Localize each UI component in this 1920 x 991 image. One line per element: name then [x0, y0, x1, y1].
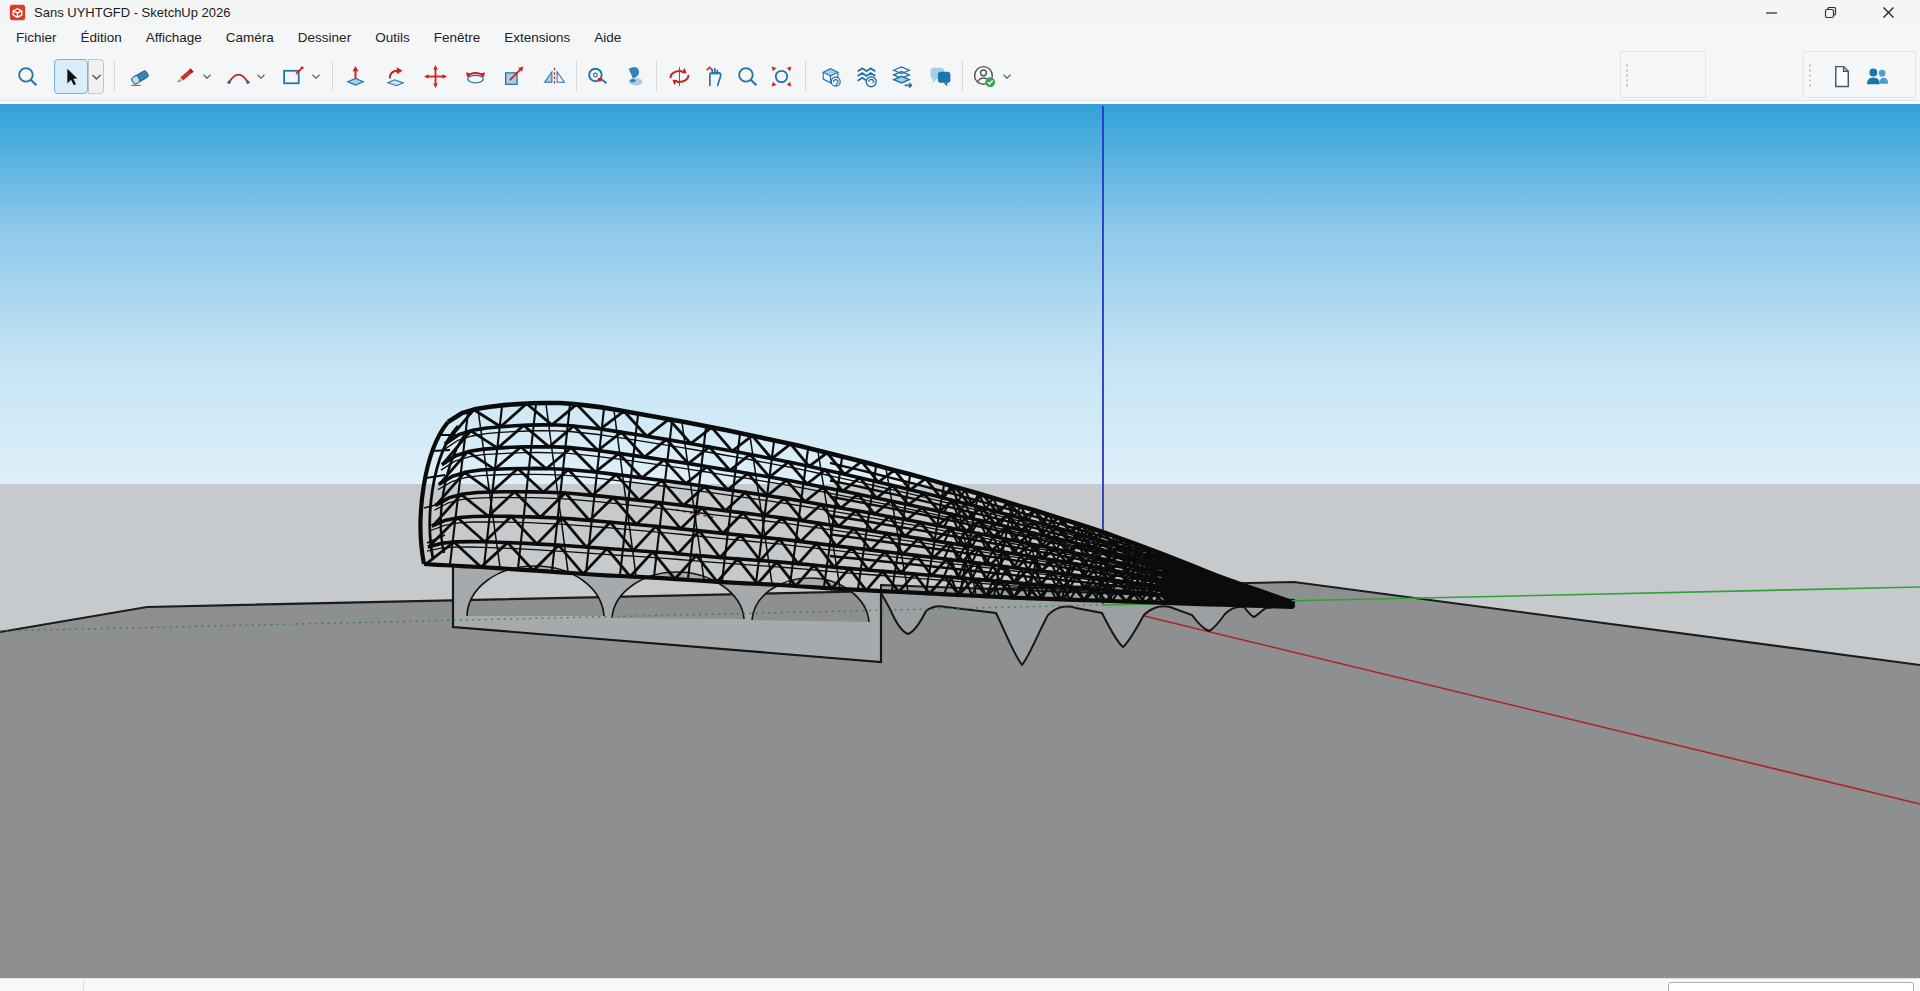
toolbar-grip[interactable]: [1625, 63, 1630, 87]
chevron-down-icon: [312, 74, 320, 79]
select-dropdown[interactable]: [88, 59, 104, 94]
chevron-down-icon: [92, 74, 101, 80]
scale-button[interactable]: [500, 62, 528, 90]
people-icon: [1865, 64, 1890, 89]
ground-plane: [0, 582, 1920, 981]
minimize-button[interactable]: [1748, 0, 1794, 25]
status-bar: [0, 978, 1920, 991]
paint-icon: [622, 64, 647, 89]
pushpull-icon: [343, 64, 368, 89]
flip-icon: [542, 64, 567, 89]
warehouse-icon: [818, 64, 843, 89]
restore-button[interactable]: [1807, 0, 1853, 25]
chevron-down-icon: [1003, 74, 1011, 79]
viewport-3d[interactable]: [0, 101, 1920, 978]
feedback-button[interactable]: [926, 62, 954, 90]
chevron-down-icon: [257, 74, 265, 79]
orbit-icon: [667, 64, 692, 89]
sky: [0, 104, 1920, 484]
followme-icon: [383, 64, 408, 89]
toolbar-grip[interactable]: [1808, 63, 1813, 87]
toolbar: [0, 49, 1920, 101]
paint-bucket-button[interactable]: [620, 62, 648, 90]
toolbar-separator: [656, 61, 657, 91]
arc-icon: [226, 64, 251, 89]
collaborators-button[interactable]: [1863, 62, 1891, 90]
rotate-button[interactable]: [461, 62, 489, 90]
statusbar-divider: [83, 980, 84, 991]
page-icon: [1829, 64, 1854, 89]
menu-extensions[interactable]: Extensions: [504, 30, 570, 45]
arc-2pt-button[interactable]: [224, 62, 252, 90]
menu-fichier[interactable]: Fichier: [16, 30, 57, 45]
avatar-icon: [972, 64, 997, 89]
toolbar-separator: [805, 61, 806, 91]
menu-camra[interactable]: Caméra: [226, 30, 274, 45]
extwh-icon: [854, 64, 879, 89]
line-button[interactable]: [170, 62, 198, 90]
pan-icon: [701, 64, 726, 89]
rectangle-dropdown[interactable]: [311, 71, 321, 81]
3d-warehouse-button[interactable]: [816, 62, 844, 90]
window-title: Sans UYHTGFD - SketchUp 2026: [34, 5, 231, 20]
send-to-layout-button[interactable]: [887, 62, 915, 90]
eraser-icon: [127, 64, 152, 89]
move-icon: [423, 64, 448, 89]
menu-bar: Fichier Édition Affichage Caméra Dessiner Out…: [0, 25, 1920, 49]
account-dropdown[interactable]: [1002, 71, 1012, 81]
menu-fentre[interactable]: Fenêtre: [434, 30, 481, 45]
toolbar-separator: [576, 61, 577, 91]
menu-outils[interactable]: Outils: [375, 30, 410, 45]
pan-button[interactable]: [699, 62, 727, 90]
scale-icon: [502, 64, 527, 89]
menu-dessiner[interactable]: Dessiner: [298, 30, 351, 45]
menu-affichage[interactable]: Affichage: [146, 30, 202, 45]
extension-warehouse-button[interactable]: [852, 62, 880, 90]
pencil-icon: [172, 64, 197, 89]
sketchup-logo: [9, 4, 26, 21]
arc-2pt-dropdown[interactable]: [256, 71, 266, 81]
flip-button[interactable]: [540, 62, 568, 90]
select-button[interactable]: [54, 59, 88, 94]
rotate-icon: [463, 64, 488, 89]
line-dropdown[interactable]: [202, 71, 212, 81]
toolbar-separator: [962, 61, 963, 91]
search-icon: [15, 64, 40, 89]
title-bar: Sans UYHTGFD - SketchUp 2026: [0, 0, 1920, 25]
menu-dition[interactable]: Édition: [81, 30, 122, 45]
scene-canvas: [0, 104, 1920, 981]
account-button[interactable]: [970, 62, 998, 90]
new-document-button[interactable]: [1827, 62, 1855, 90]
zoom-extents-button[interactable]: [767, 62, 795, 90]
toolbar-panel: [1620, 51, 1706, 98]
tape-icon: [585, 64, 610, 89]
tape-measure-button[interactable]: [583, 62, 611, 90]
search-sketchup-button[interactable]: [13, 62, 41, 90]
push-pull-button[interactable]: [341, 62, 369, 90]
orbit-button[interactable]: [665, 62, 693, 90]
toolbar-separator: [332, 61, 333, 91]
rect-icon: [281, 64, 306, 89]
close-button[interactable]: [1865, 0, 1911, 25]
chevron-down-icon: [203, 74, 211, 79]
toolbar-panel: [1803, 51, 1916, 98]
measurements-input[interactable]: [1668, 982, 1914, 991]
follow-me-button[interactable]: [381, 62, 409, 90]
cursor-icon: [60, 66, 82, 88]
toolbar-separator: [114, 61, 115, 91]
eraser-button[interactable]: [125, 62, 153, 90]
menu-aide[interactable]: Aide: [594, 30, 621, 45]
layout-icon: [889, 64, 914, 89]
rectangle-button[interactable]: [279, 62, 307, 90]
zoomext-icon: [769, 64, 794, 89]
move-button[interactable]: [421, 62, 449, 90]
zoom-icon: [735, 64, 760, 89]
bubbles-icon: [928, 64, 953, 89]
zoom-button[interactable]: [733, 62, 761, 90]
